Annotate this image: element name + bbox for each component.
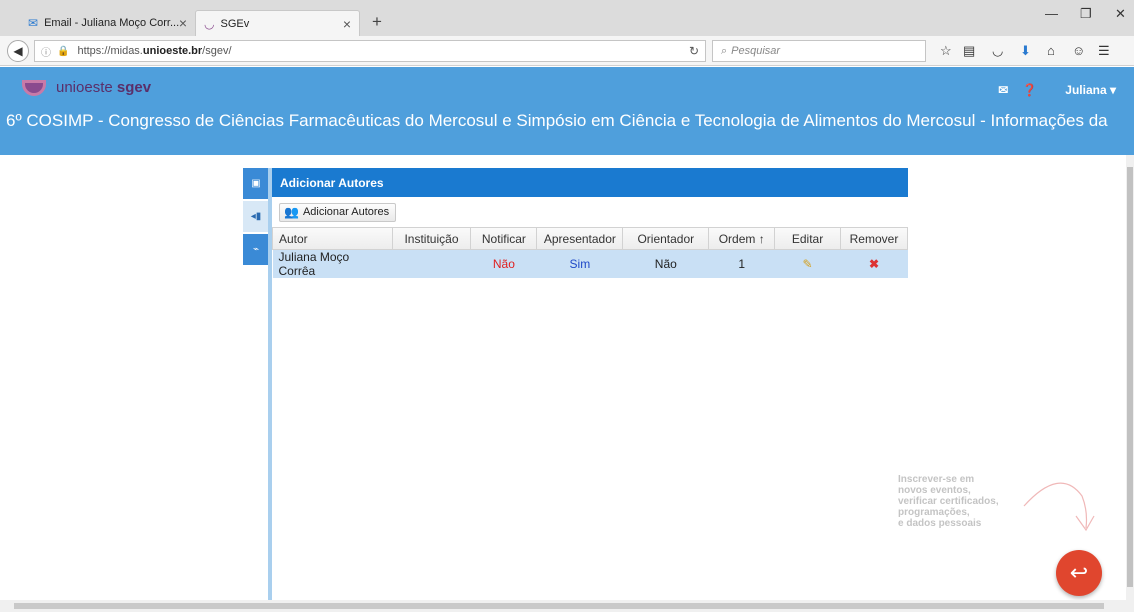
side-tab-authors[interactable]: ◂▮ xyxy=(243,201,269,232)
col-remover[interactable]: Remover xyxy=(839,227,909,250)
cell-notificar[interactable]: Não xyxy=(471,250,537,279)
cell-ordem: 1 xyxy=(738,257,746,271)
url-text: https://midas.unioeste.br/sgev/ xyxy=(77,45,232,57)
tab-email[interactable]: ✉ Email - Juliana Moço Corr... × xyxy=(20,10,195,36)
col-apresentador[interactable]: Apresentador xyxy=(536,227,624,250)
messages-icon[interactable]: ✉ xyxy=(998,83,1008,97)
reload-icon[interactable]: ↻ xyxy=(689,44,699,58)
table-row[interactable]: Juliana Moço Corrêa Não Sim Não 1 ✎ ✖ xyxy=(272,249,908,279)
event-title: 6º COSIMP - Congresso de Ciências Farmac… xyxy=(6,111,1108,130)
search-icon: ⌕ xyxy=(721,44,728,57)
header-actions: ✉ ❓ Juliana ▾ xyxy=(984,83,1116,97)
search-placeholder: Pesquisar xyxy=(731,45,781,57)
add-user-icon: 👥 xyxy=(284,205,299,219)
user-menu[interactable]: Juliana ▾ xyxy=(1051,83,1116,97)
search-input[interactable]: ⌕ Pesquisar xyxy=(712,40,926,62)
edit-cell: ✎ xyxy=(775,250,841,279)
id-card-icon: ▣ xyxy=(251,178,261,189)
authors-table: Autor Instituição Notificar Apresentador… xyxy=(272,227,909,279)
bookmark-star-icon[interactable]: ☆ xyxy=(940,43,952,59)
remove-x-icon[interactable]: ✖ xyxy=(869,257,879,271)
logo-text: unioeste xyxy=(56,79,113,96)
browser-nav-bar: ◀ ⓘ 🔒 https://midas.unioeste.br/sgev/ ↻ … xyxy=(0,36,1134,66)
add-authors-button[interactable]: 👥 Adicionar Autores xyxy=(279,202,397,222)
browser-tab-bar: ✉ Email - Juliana Moço Corr... × ◡ SGEv … xyxy=(0,0,1134,36)
logo-mark-icon xyxy=(22,79,46,96)
panel-toolbar: 👥 Adicionar Autores xyxy=(272,197,908,227)
unioeste-logo[interactable]: unioeste sgev xyxy=(22,79,151,96)
hint-line: e dados pessoais xyxy=(898,518,982,529)
remove-cell: ✖ xyxy=(840,250,907,279)
new-tab-button[interactable]: + xyxy=(372,12,382,32)
edit-pencil-icon[interactable]: ✎ xyxy=(803,257,813,271)
hint-line: verificar certificados, xyxy=(898,496,999,507)
restore-icon[interactable]: ❐ xyxy=(1080,6,1092,22)
add-authors-label: Adicionar Autores xyxy=(302,206,390,218)
close-tab-icon[interactable]: × xyxy=(343,16,351,32)
back-button[interactable]: ◀ xyxy=(7,40,29,62)
cell-instituicao xyxy=(392,250,471,279)
lock-icon: 🔒 xyxy=(57,45,70,57)
back-fab-button[interactable]: ↩ xyxy=(1056,550,1102,596)
col-ordem[interactable]: Ordem ↑ xyxy=(708,227,776,250)
cell-apresentador[interactable]: Sim xyxy=(537,250,623,279)
authors-icon: ◂▮ xyxy=(250,211,262,222)
download-icon[interactable]: ⬇ xyxy=(1020,43,1031,59)
minimize-icon[interactable]: — xyxy=(1045,6,1058,21)
mail-icon: ✉ xyxy=(28,16,39,30)
table-header-row: Autor Instituição Notificar Apresentador… xyxy=(272,227,909,250)
reply-arrow-icon: ↩ xyxy=(1069,560,1089,585)
emoji-icon[interactable]: ☺ xyxy=(1072,43,1085,58)
tab-sgev-label: SGEv xyxy=(220,17,250,30)
horizontal-scroll-thumb[interactable] xyxy=(14,603,1104,609)
menu-icon[interactable]: ☰ xyxy=(1098,43,1110,59)
help-icon[interactable]: ❓ xyxy=(1022,83,1037,97)
home-icon[interactable]: ⌂ xyxy=(1047,43,1055,58)
cell-autor: Juliana Moço Corrêa xyxy=(278,250,350,278)
tab-email-label: Email - Juliana Moço Corr... xyxy=(44,17,179,29)
hint-line: novos eventos, xyxy=(898,485,971,496)
user-name: Juliana xyxy=(1065,83,1107,97)
col-autor[interactable]: Autor xyxy=(272,227,393,250)
col-editar[interactable]: Editar xyxy=(774,227,841,250)
horizontal-scrollbar[interactable] xyxy=(0,600,1134,612)
cell-orientador[interactable]: Não xyxy=(623,250,709,279)
col-instituicao[interactable]: Instituição xyxy=(391,227,472,250)
unioeste-logo-icon: ◡ xyxy=(204,16,215,31)
address-bar[interactable]: ⓘ 🔒 https://midas.unioeste.br/sgev/ ↻ xyxy=(34,40,706,62)
close-window-icon[interactable]: ✕ xyxy=(1115,6,1126,22)
col-orientador[interactable]: Orientador xyxy=(622,227,710,250)
paperclip-icon: ⌁ xyxy=(252,244,260,255)
vertical-scroll-thumb[interactable] xyxy=(1127,167,1133,587)
hint-arrow-icon xyxy=(1023,482,1095,532)
side-tabs: ▣ ◂▮ ⌁ xyxy=(243,168,269,267)
register-hint: Inscrever-se em novos eventos, verificar… xyxy=(898,474,1018,529)
reading-list-icon[interactable]: ▤ xyxy=(963,43,975,59)
info-icon: ⓘ xyxy=(41,47,51,59)
hint-line: programações, xyxy=(898,507,970,518)
pocket-icon[interactable]: ◡ xyxy=(992,43,1003,59)
authors-panel: Adicionar Autores 👥 Adicionar Autores Au… xyxy=(272,168,909,279)
logo-bold: sgev xyxy=(116,79,152,96)
back-arrow-icon: ◀ xyxy=(13,44,23,58)
panel-title: Adicionar Autores xyxy=(272,168,908,197)
vertical-scrollbar[interactable] xyxy=(1126,155,1134,600)
app-header: unioeste sgev ✉ ❓ Juliana ▾ 6º COSIMP - … xyxy=(0,67,1134,155)
close-tab-icon[interactable]: × xyxy=(179,15,187,31)
side-tab-attachments[interactable]: ⌁ xyxy=(243,234,269,265)
hint-line: Inscrever-se em xyxy=(898,474,975,485)
col-notificar[interactable]: Notificar xyxy=(470,227,538,250)
side-tab-info[interactable]: ▣ xyxy=(243,168,269,199)
tab-sgev[interactable]: ◡ SGEv × xyxy=(195,10,360,36)
